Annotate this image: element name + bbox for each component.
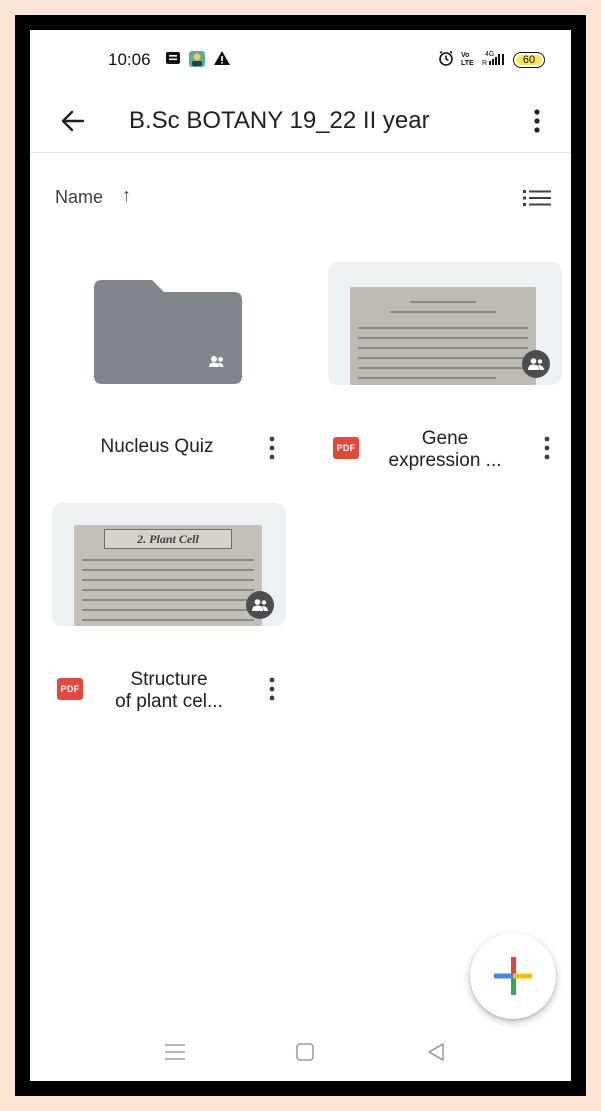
item-name: Gene expression ... (370, 428, 520, 472)
item-name-line2: of plant cel... (115, 691, 223, 712)
file-thumbnail (328, 262, 562, 385)
item-name-line2: expression ... (388, 450, 502, 471)
app-notification-icon (188, 50, 206, 73)
back-nav-icon[interactable] (426, 1042, 446, 1067)
new-item-button[interactable] (470, 933, 556, 1019)
item-name-line1: Gene (421, 428, 469, 449)
volte-icon: Vo LTE (461, 50, 475, 69)
more-options-icon[interactable] (523, 106, 551, 136)
sort-direction-arrow[interactable]: ↑ (122, 185, 131, 206)
shared-icon (246, 591, 274, 619)
sort-by-name-button[interactable]: Name (55, 187, 103, 208)
file-thumbnail: 2. Plant Cell (52, 503, 286, 626)
app-bar: B.Sc BOTANY 19_22 II year (30, 90, 571, 153)
thumbnail-heading: 2. Plant Cell (104, 529, 232, 549)
battery-level: 60 (522, 53, 536, 66)
svg-text:LTE: LTE (461, 60, 474, 66)
message-icon (165, 50, 181, 70)
item-more-icon[interactable] (267, 436, 277, 460)
file-tile[interactable]: PDF Gene expression ... (328, 262, 562, 482)
document-preview: 2. Plant Cell (74, 525, 262, 626)
shared-icon (522, 350, 550, 378)
folder-title: B.Sc BOTANY 19_22 II year (129, 107, 430, 134)
item-more-icon[interactable] (267, 677, 277, 701)
plus-icon (494, 957, 532, 995)
shared-folder-icon (94, 280, 242, 384)
sort-row: Name ↑ (30, 180, 571, 216)
signal-icon: 4G R (482, 50, 506, 69)
recent-apps-icon[interactable] (164, 1042, 186, 1067)
file-tile[interactable]: 2. Plant Cell PDF Structure of plant cel… (52, 503, 286, 723)
folder-thumbnail (52, 260, 286, 385)
folder-tile[interactable]: Nucleus Quiz (52, 260, 286, 480)
status-bar: 10:06 Vo LTE 4G R 60 (30, 30, 571, 90)
item-more-icon[interactable] (542, 436, 552, 460)
item-name: Structure of plant cel... (94, 669, 244, 713)
phone-screen: 10:06 Vo LTE 4G R 60 B.Sc BOTANY 19_22 I… (30, 30, 571, 1081)
pdf-file-icon: PDF (333, 437, 359, 459)
pdf-file-icon: PDF (57, 678, 83, 700)
list-view-icon[interactable] (523, 188, 551, 208)
status-time: 10:06 (108, 50, 151, 69)
item-name: Nucleus Quiz (100, 436, 214, 457)
warning-icon (213, 50, 231, 71)
svg-text:R: R (482, 60, 487, 66)
alarm-icon (438, 50, 454, 69)
item-name-line1: Structure (130, 669, 208, 690)
battery-icon: 60 (513, 51, 545, 68)
document-preview (350, 287, 536, 385)
svg-text:Vo: Vo (461, 52, 469, 59)
network-type: 4G (485, 51, 494, 58)
back-arrow-icon[interactable] (58, 106, 88, 136)
home-icon[interactable] (295, 1042, 315, 1067)
system-navigation-bar (30, 1030, 571, 1081)
